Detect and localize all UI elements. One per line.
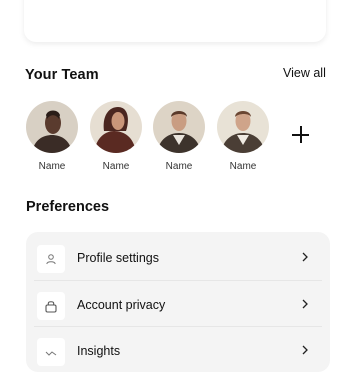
- member-name: Name: [165, 161, 193, 172]
- user-icon: [37, 245, 65, 273]
- chart-icon: [37, 338, 65, 366]
- team-member[interactable]: Name: [215, 101, 271, 181]
- profile-settings-item[interactable]: Profile settings: [34, 234, 322, 280]
- insights-item[interactable]: Insights: [34, 326, 322, 373]
- view-all-link[interactable]: View all: [283, 66, 326, 80]
- previous-card: [24, 0, 326, 42]
- member-name: Name: [102, 161, 130, 172]
- chevron-right-icon: [302, 252, 308, 262]
- preferences-card: Profile settings Account privacy Insight…: [26, 232, 330, 372]
- pref-item-label: Insights: [77, 344, 121, 358]
- plus-icon[interactable]: [290, 124, 312, 146]
- team-member[interactable]: Name: [24, 101, 80, 181]
- pref-item-label: Profile settings: [77, 251, 159, 265]
- member-name: Name: [38, 161, 66, 172]
- avatar: [26, 101, 78, 153]
- lock-icon: [37, 292, 65, 320]
- avatar: [153, 101, 205, 153]
- team-section-title: Your Team: [25, 67, 99, 83]
- team-member[interactable]: Name: [151, 101, 207, 181]
- chevron-right-icon: [302, 345, 308, 355]
- member-name: Name: [229, 161, 257, 172]
- chevron-right-icon: [302, 299, 308, 309]
- avatar: [90, 101, 142, 153]
- avatar: [217, 101, 269, 153]
- preferences-section-title: Preferences: [26, 199, 110, 215]
- account-privacy-item[interactable]: Account privacy: [34, 280, 322, 327]
- team-member[interactable]: Name: [88, 101, 144, 181]
- pref-item-label: Account privacy: [77, 298, 166, 312]
